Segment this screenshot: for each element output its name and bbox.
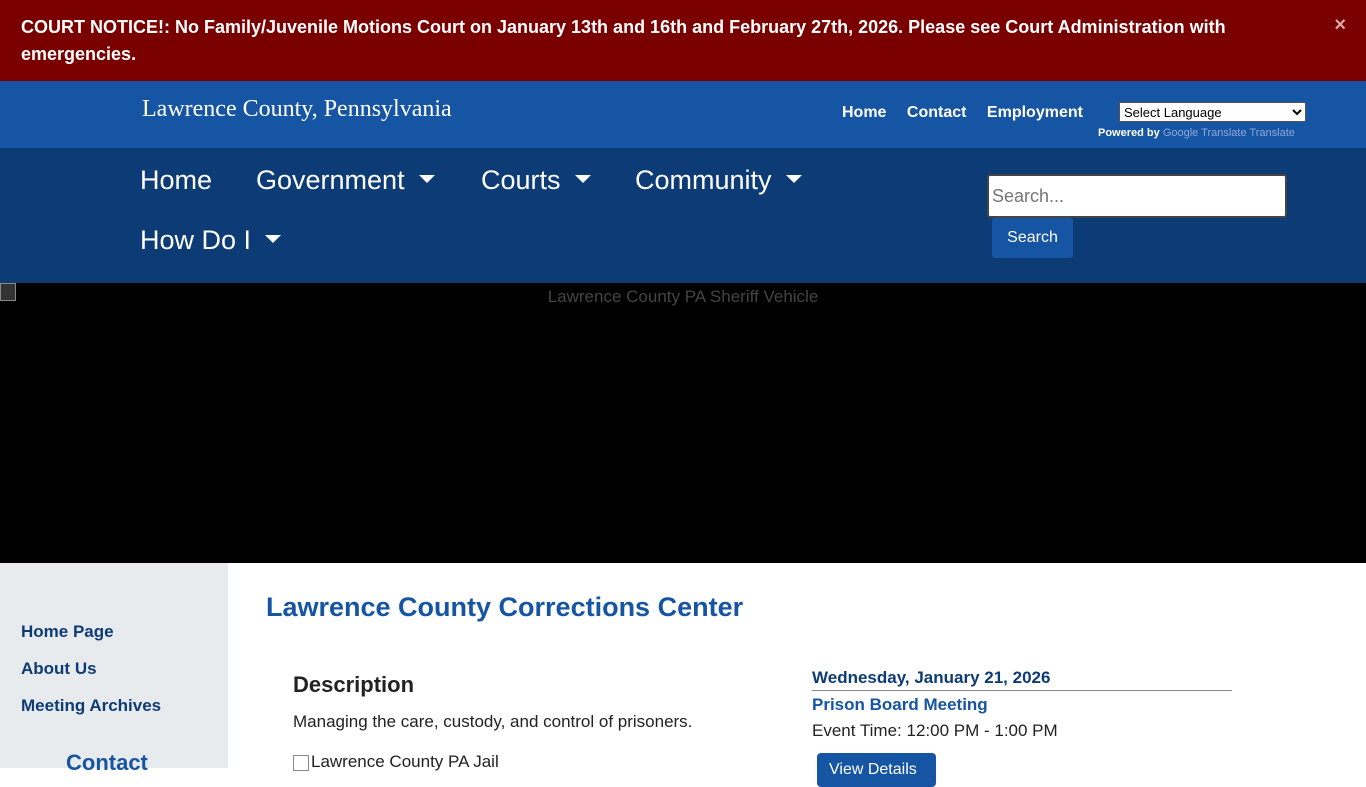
language-select[interactable]: Select Language [1119,102,1306,122]
util-link-home[interactable]: Home [842,104,886,121]
nav-item-how-do-i[interactable]: How Do I [140,225,282,256]
description-text: Managing the care, custody, and control … [293,712,693,731]
broken-image-icon [293,754,309,771]
sidebar-link-meeting-archives[interactable]: Meeting Archives [21,696,161,716]
hero-image-alt-text: Lawrence County PA Sheriff Vehicle [547,287,819,306]
search-input[interactable] [987,174,1287,218]
nav-item-courts[interactable]: Courts [481,165,591,196]
court-notice-banner: COURT NOTICE!: No Family/Juvenile Motion… [0,0,1366,81]
view-details-button[interactable]: View Details [817,753,936,787]
caret-down-icon [265,234,282,243]
sidebar-contact-heading: Contact [66,750,148,775]
site-title[interactable]: Lawrence County, Pennsylvania [142,96,452,123]
powered-by-label: Powered by [1098,127,1160,139]
nav-item-community[interactable]: Community [635,165,802,196]
page-title: Lawrence County Corrections Center [266,592,744,622]
nav-item-government[interactable]: Government [256,165,435,196]
nav-item-government-label: Government [256,165,405,195]
hero-image: Lawrence County PA Sheriff Vehicle [0,283,1366,563]
event-time: Event Time: 12:00 PM - 1:00 PM [812,721,1232,741]
util-link-employment[interactable]: Employment [987,104,1083,121]
description-heading: Description [293,672,415,697]
sidebar: Home Page About Us Meeting Archives Cont… [0,563,228,775]
sidebar-link-home-page[interactable]: Home Page [21,622,114,642]
google-translate-logo[interactable]: Google Translate Translate [1163,127,1295,139]
jail-image-alt-text: Lawrence County PA Jail [311,752,499,771]
event-time-label: Event Time: [812,721,902,740]
court-notice-text: COURT NOTICE!: No Family/Juvenile Motion… [21,17,1226,64]
jail-image: Lawrence County PA Jail [293,752,499,772]
sidebar-link-about-us[interactable]: About Us [21,659,97,679]
main-navigation: Home Government Courts Community How Do … [0,148,1366,283]
close-icon[interactable]: × [1334,14,1346,37]
utility-links: Home Contact Employment [842,104,1099,122]
nav-item-courts-label: Courts [481,165,561,195]
caret-down-icon [418,174,435,183]
upcoming-event: Wednesday, January 21, 2026 Prison Board… [812,668,1232,787]
nav-item-community-label: Community [635,165,772,195]
event-time-value: 12:00 PM - 1:00 PM [906,721,1058,740]
event-date: Wednesday, January 21, 2026 [812,668,1232,691]
util-link-contact[interactable]: Contact [907,104,967,121]
search-button[interactable]: Search [992,218,1073,258]
event-title-link[interactable]: Prison Board Meeting [812,695,1232,715]
caret-down-icon [574,174,591,183]
nav-item-home[interactable]: Home [140,165,212,196]
nav-item-how-do-i-label: How Do I [140,225,252,255]
powered-by-google: Powered by Google Translate Translate [1098,127,1295,139]
top-bar: Lawrence County, Pennsylvania Home Conta… [0,81,1366,148]
caret-down-icon [785,174,802,183]
nav-item-home-label: Home [140,165,213,195]
